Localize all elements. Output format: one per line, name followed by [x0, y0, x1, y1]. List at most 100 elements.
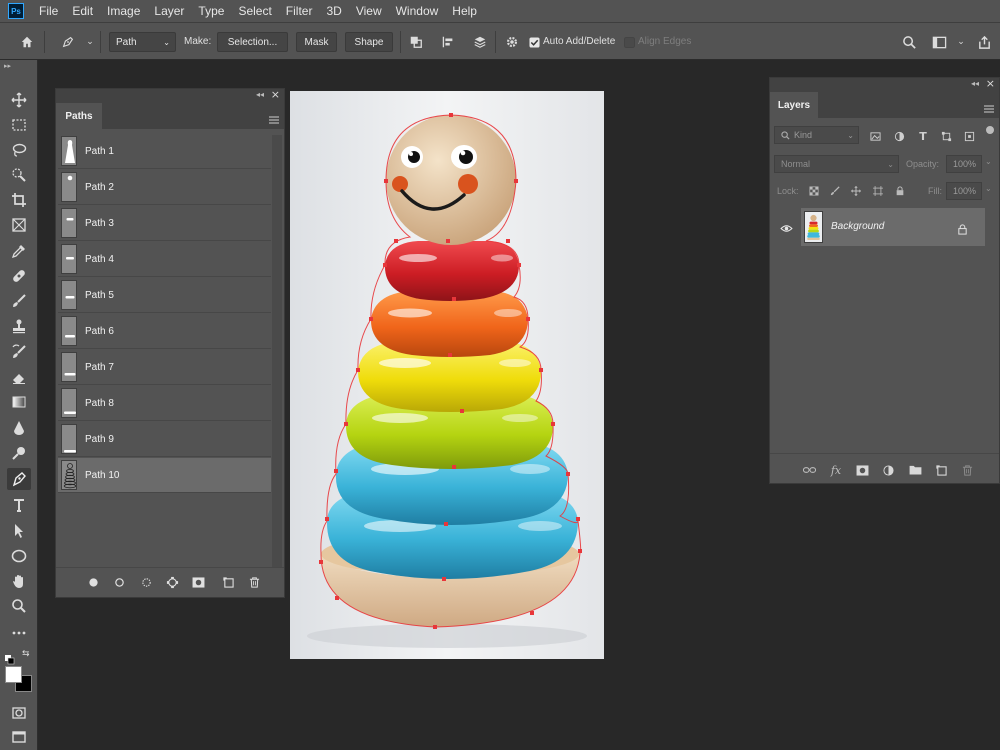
eraser-tool-icon[interactable] — [7, 366, 31, 388]
lasso-tool-icon[interactable] — [7, 139, 31, 161]
menu-window[interactable]: Window — [389, 4, 446, 18]
zoom-tool-icon[interactable] — [7, 595, 31, 617]
lock-all-icon[interactable] — [893, 184, 907, 198]
filter-shape-icon[interactable] — [939, 129, 953, 143]
workspace-icon[interactable] — [931, 34, 947, 50]
crop-tool-icon[interactable] — [7, 189, 31, 211]
layer-kind-filter[interactable]: Kind ⌄ — [774, 126, 859, 144]
tool-mode-select[interactable]: Path ⌄ — [109, 32, 176, 52]
menu-view[interactable]: View — [349, 4, 389, 18]
menu-filter[interactable]: Filter — [279, 4, 320, 18]
fill-path-icon[interactable] — [85, 574, 101, 590]
tab-paths[interactable]: Paths — [56, 103, 102, 129]
panel-menu-icon[interactable] — [269, 110, 279, 124]
layer-row-background[interactable]: Background — [801, 208, 985, 246]
lock-icon[interactable] — [957, 220, 969, 235]
clone-stamp-tool-icon[interactable] — [7, 315, 31, 337]
path-alignment-icon[interactable] — [440, 34, 456, 50]
path-selection-tool-icon[interactable] — [7, 520, 31, 542]
path-arrangement-icon[interactable] — [472, 34, 488, 50]
brush-tool-icon[interactable] — [7, 290, 31, 312]
path-row-1[interactable]: Path 1 — [58, 134, 271, 169]
delete-path-icon[interactable] — [246, 574, 262, 590]
auto-add-delete-checkbox[interactable] — [526, 34, 542, 50]
path-row-10[interactable]: Path 10 — [58, 458, 271, 493]
gradient-tool-icon[interactable] — [7, 391, 31, 413]
menu-select[interactable]: Select — [231, 4, 278, 18]
new-layer-icon[interactable] — [933, 462, 949, 478]
make-work-path-icon[interactable] — [164, 574, 180, 590]
menu-3d[interactable]: 3D — [319, 4, 348, 18]
marquee-tool-icon[interactable] — [7, 114, 31, 136]
swap-colors-icon[interactable]: ⇆ — [22, 649, 30, 659]
home-icon[interactable] — [19, 34, 35, 50]
collapse-panel-icon[interactable]: ◂◂ — [256, 90, 264, 99]
lock-position-icon[interactable] — [849, 184, 863, 198]
visibility-eye-icon[interactable] — [774, 218, 798, 238]
panel-menu-icon[interactable] — [984, 99, 994, 113]
close-icon[interactable]: × — [986, 77, 995, 90]
dodge-tool-icon[interactable] — [7, 442, 31, 464]
pen-tool-icon[interactable] — [60, 34, 76, 50]
path-operations-icon[interactable] — [408, 34, 424, 50]
hand-tool-icon[interactable] — [7, 570, 31, 592]
new-group-folder-icon[interactable] — [907, 462, 923, 478]
chevron-down-icon[interactable]: ⌄ — [985, 157, 992, 166]
delete-layer-icon[interactable] — [959, 462, 975, 478]
path-row-9[interactable]: Path 9 — [58, 422, 271, 457]
opacity-input[interactable]: 100% — [946, 155, 982, 173]
collapse-toolbar-icon[interactable]: ▸▸ — [4, 62, 11, 70]
quick-selection-tool-icon[interactable] — [7, 164, 31, 186]
menu-layer[interactable]: Layer — [147, 4, 191, 18]
path-row-4[interactable]: Path 4 — [58, 242, 271, 277]
move-tool-icon[interactable] — [7, 89, 31, 111]
type-tool-icon[interactable] — [7, 494, 31, 516]
close-icon[interactable]: × — [271, 88, 280, 101]
screen-mode-icon[interactable] — [7, 726, 31, 748]
filter-type-icon[interactable]: T — [916, 129, 930, 143]
gear-icon[interactable] — [504, 34, 520, 50]
healing-brush-tool-icon[interactable] — [7, 265, 31, 287]
blend-mode-select[interactable]: Normal ⌄ — [774, 155, 899, 173]
mask-button[interactable]: Mask — [296, 32, 337, 52]
search-icon[interactable] — [901, 34, 917, 50]
pen-tool-icon[interactable] — [7, 468, 31, 490]
chevron-down-icon[interactable]: ⌄ — [985, 184, 992, 193]
scrollbar[interactable] — [272, 135, 282, 567]
blur-tool-icon[interactable] — [7, 417, 31, 439]
load-as-selection-icon[interactable] — [138, 574, 154, 590]
path-row-2[interactable]: Path 2 — [58, 170, 271, 205]
chevron-down-icon[interactable]: ⌄ — [953, 34, 969, 50]
filter-toggle[interactable] — [986, 126, 994, 134]
path-row-3[interactable]: Path 3 — [58, 206, 271, 241]
share-icon[interactable] — [976, 34, 992, 50]
path-row-7[interactable]: Path 7 — [58, 350, 271, 385]
quick-mask-icon[interactable] — [7, 702, 31, 724]
lock-transparent-pixels-icon[interactable] — [807, 184, 821, 198]
lock-artboard-icon[interactable] — [871, 184, 885, 198]
more-tools-icon[interactable] — [7, 622, 31, 644]
photoshop-logo-icon[interactable]: Ps — [8, 3, 24, 19]
menu-file[interactable]: File — [32, 4, 65, 18]
add-layer-mask-icon[interactable] — [854, 462, 870, 478]
path-row-6[interactable]: Path 6 — [58, 314, 271, 349]
align-edges-checkbox[interactable] — [621, 34, 637, 50]
lock-image-pixels-icon[interactable] — [828, 184, 842, 198]
path-row-8[interactable]: Path 8 — [58, 386, 271, 421]
shape-button[interactable]: Shape — [345, 32, 393, 52]
history-brush-tool-icon[interactable] — [7, 341, 31, 363]
adjustment-layer-icon[interactable] — [880, 462, 896, 478]
filter-smart-object-icon[interactable] — [962, 129, 976, 143]
frame-tool-icon[interactable] — [7, 214, 31, 236]
menu-help[interactable]: Help — [445, 4, 484, 18]
add-mask-icon[interactable] — [190, 574, 206, 590]
tab-layers[interactable]: Layers — [770, 92, 818, 118]
link-layers-icon[interactable] — [801, 462, 817, 478]
chevron-down-icon[interactable]: ⌄ — [82, 34, 98, 50]
collapse-panel-icon[interactable]: ◂◂ — [971, 79, 979, 88]
eyedropper-tool-icon[interactable] — [7, 240, 31, 262]
fill-input[interactable]: 100% — [946, 182, 982, 200]
menu-type[interactable]: Type — [191, 4, 231, 18]
filter-adjustment-icon[interactable] — [892, 129, 906, 143]
create-new-path-icon[interactable] — [220, 574, 236, 590]
